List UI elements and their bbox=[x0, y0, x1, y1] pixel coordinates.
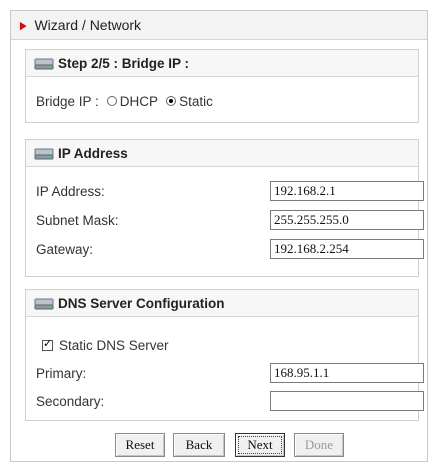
ip-address-section: IP Address IP Address: 192.168.2.1 Subne… bbox=[25, 139, 424, 277]
dns-section-title: DNS Server Configuration bbox=[58, 295, 225, 311]
primary-dns-row: Primary: 168.95.1.1 bbox=[36, 362, 424, 384]
reset-button[interactable]: Reset bbox=[115, 433, 165, 457]
ip-section-title: IP Address bbox=[58, 145, 128, 161]
gateway-label: Gateway: bbox=[36, 241, 94, 257]
ip-address-label: IP Address: bbox=[36, 183, 105, 199]
section-header: IP Address bbox=[26, 140, 418, 167]
secondary-dns-row: Secondary: bbox=[36, 390, 424, 412]
page-title: Wizard / Network bbox=[34, 17, 142, 33]
section-header: DNS Server Configuration bbox=[26, 290, 418, 317]
hard-drive-icon bbox=[34, 58, 54, 69]
section-header: Step 2/5 : Bridge IP : bbox=[26, 50, 418, 77]
bridge-ip-section: Step 2/5 : Bridge IP : Bridge IP : DHCP … bbox=[25, 49, 419, 123]
bridge-ip-label: Bridge IP : bbox=[36, 93, 99, 109]
secondary-dns-input[interactable] bbox=[270, 391, 424, 411]
hard-drive-icon bbox=[34, 148, 54, 159]
ip-address-row: IP Address: 192.168.2.1 bbox=[36, 180, 424, 202]
dhcp-radio[interactable] bbox=[106, 96, 117, 106]
static-dns-checkbox[interactable] bbox=[42, 337, 53, 351]
static-dns-label[interactable]: Static DNS Server bbox=[59, 338, 169, 353]
bridge-ip-row: Bridge IP : DHCP Static bbox=[36, 90, 408, 112]
primary-dns-input[interactable]: 168.95.1.1 bbox=[270, 363, 424, 383]
subnet-mask-label: Subnet Mask: bbox=[36, 212, 119, 228]
ip-address-input[interactable]: 192.168.2.1 bbox=[270, 181, 424, 201]
dhcp-label[interactable]: DHCP bbox=[120, 94, 158, 109]
hard-drive-icon bbox=[34, 298, 54, 309]
back-button[interactable]: Back bbox=[173, 433, 225, 457]
gateway-row: Gateway: 192.168.2.254 bbox=[36, 238, 424, 260]
wizard-panel: ▶ Wizard / Network Step 2/5 : Bridge IP … bbox=[10, 10, 428, 462]
secondary-dns-label: Secondary: bbox=[36, 393, 105, 409]
subnet-mask-row: Subnet Mask: 255.255.255.0 bbox=[36, 209, 424, 231]
dns-section: DNS Server Configuration Static DNS Serv… bbox=[25, 289, 424, 421]
step-title: Step 2/5 : Bridge IP : bbox=[58, 55, 190, 71]
static-label[interactable]: Static bbox=[179, 94, 213, 109]
wizard-header: ▶ Wizard / Network bbox=[11, 11, 427, 40]
subnet-mask-input[interactable]: 255.255.255.0 bbox=[270, 210, 424, 230]
primary-dns-label: Primary: bbox=[36, 365, 87, 381]
static-radio[interactable] bbox=[166, 96, 177, 106]
static-dns-row: Static DNS Server bbox=[42, 334, 408, 356]
next-button[interactable]: Next bbox=[235, 433, 285, 457]
gateway-input[interactable]: 192.168.2.254 bbox=[270, 239, 424, 259]
done-button[interactable]: Done bbox=[294, 433, 344, 457]
right-arrow-icon: ▶ bbox=[19, 19, 27, 32]
